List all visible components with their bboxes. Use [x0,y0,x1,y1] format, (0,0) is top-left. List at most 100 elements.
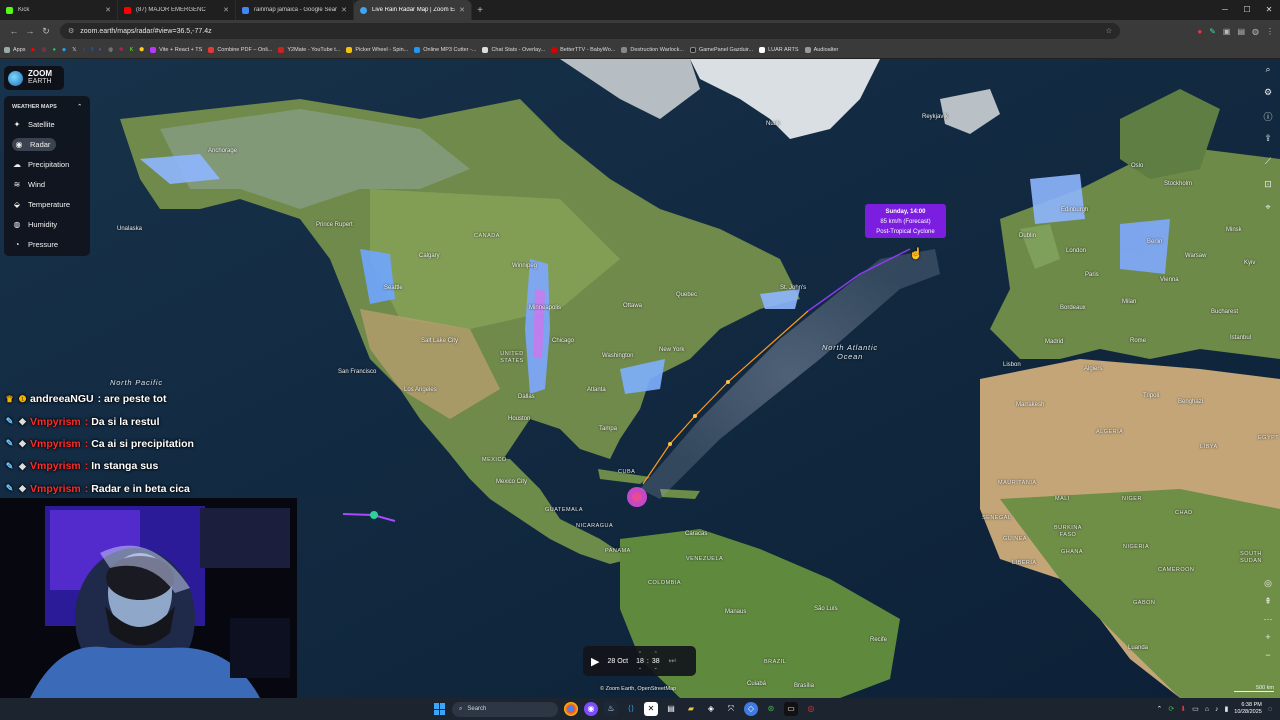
bookmark-icon[interactable]: ● [53,47,56,53]
map-attribution[interactable]: © Zoom Earth, OpenStreetMap [600,686,676,692]
bookmark-icon[interactable]: ♪ [83,47,86,53]
bookmark-star-icon[interactable]: ☆ [1106,27,1112,35]
menu-item-wind[interactable]: ≋ Wind [4,174,90,194]
battery-icon[interactable]: ▮ [1224,705,1228,713]
url-field[interactable]: ⚙ zoom.earth/maps/radar/#view=36.5,-77.4… [60,23,1120,39]
app-icon[interactable]: ◎ [804,702,818,716]
browser-tab[interactable]: rainmap jamaica - Google Sear ✕ [236,0,354,20]
zoom-earth-logo[interactable]: ZOOM EARTH [4,66,64,90]
menu-item-radar[interactable]: ◉ Radar [4,134,90,154]
bookmark-icon[interactable]: ◐ [99,47,102,53]
chevron-up-icon[interactable]: ⌃ [1156,705,1162,713]
share-icon[interactable]: ⇪ [1262,133,1274,156]
windows-start-icon[interactable] [434,703,446,715]
menu-item-satellite[interactable]: ✦ Satellite [4,114,90,134]
menu-header[interactable]: WEATHER MAPS ⌃ [4,100,90,114]
forward-icon[interactable]: → [22,26,38,36]
bookmark-icon[interactable]: ⬢ [139,47,144,53]
xbox-icon[interactable]: ⊛ [764,702,778,716]
menu-item-temperature[interactable]: ⬙ Temperature [4,194,90,214]
bookmark-item[interactable]: BetterTTV - BabyWo... [551,47,615,53]
bookmark-icon[interactable]: 𝕏 [72,47,76,53]
menu-item-precipitation[interactable]: ☁ Precipitation [4,154,90,174]
minute-stepper[interactable]: ⌃ 38 ⌄ [652,651,660,672]
chevron-down-icon[interactable]: ⌄ [638,665,642,672]
bookmark-item[interactable]: Apps [4,47,26,53]
extension-icon[interactable]: ▤ [1237,27,1245,36]
bookmark-item[interactable]: Chat Stats - Overlay... [482,47,545,53]
minimize-icon[interactable]: ─ [1214,0,1236,20]
site-info-icon[interactable]: ⚙ [68,27,74,35]
bookmark-icon[interactable]: ◆ [62,47,66,53]
app-icon[interactable]: ◈ [704,702,718,716]
close-window-icon[interactable]: ✕ [1258,0,1280,20]
menu-item-humidity[interactable]: ◍ Humidity [4,214,90,234]
vscode-icon[interactable]: ⟨⟩ [624,702,638,716]
settings-icon[interactable]: ⚙ [1262,87,1274,110]
bookmark-icon[interactable]: ▶ [32,47,36,53]
screenshot-icon[interactable]: ⊡ [1262,179,1274,202]
bookmark-item[interactable]: GamePanel Gazduir... [689,47,753,53]
extension-icon[interactable]: ▣ [1223,27,1231,36]
app-icon[interactable]: ◉ [584,702,598,716]
locate-icon[interactable]: ⌖ [1262,202,1274,225]
taskbar-clock[interactable]: 6:38 PM 10/28/2025 [1234,702,1262,716]
app-icon[interactable]: ◇ [744,702,758,716]
close-tab-icon[interactable]: ✕ [105,6,111,14]
notification-icon[interactable]: ◌ [1268,706,1272,713]
chrome-icon[interactable] [564,702,578,716]
reload-icon[interactable]: ↻ [38,26,54,37]
bookmark-item[interactable]: Picker Wheel - Spin... [346,47,408,53]
info-icon[interactable]: ⓘ [1262,110,1274,133]
hour-stepper[interactable]: ⌃ 18 ⌄ [636,651,644,672]
tray-app-icon[interactable]: ▭ [1192,705,1199,713]
app-icon[interactable]: ▭ [784,702,798,716]
bookmark-item[interactable]: Y2Mate - YouTube t... [278,47,340,53]
browser-tab[interactable]: (87) MAJOR EMERGENC ✕ [118,0,236,20]
steam-icon[interactable]: ♨ [604,702,618,716]
bookmark-item[interactable]: Combine PDF – Onli... [208,47,272,53]
back-icon[interactable]: ← [6,26,22,36]
tray-app-icon[interactable]: ⬇ [1180,705,1186,713]
app-icon[interactable]: ⤧ [724,702,738,716]
storm-tooltip[interactable]: Sunday, 14:00 85 km/h (Forecast) Post-Tr… [865,204,946,238]
zoom-out-icon[interactable]: − [1262,650,1274,668]
bookmark-item[interactable]: Online MP3 Cutter -... [414,47,476,53]
chevron-up-icon[interactable]: ⌃ [638,651,642,658]
bookmark-item[interactable]: Audioalter [804,47,838,53]
close-tab-icon[interactable]: ✕ [223,6,229,14]
bookmark-item[interactable]: Vite + React + TS [150,47,202,53]
browser-menu-icon[interactable]: ⋮ [1266,27,1274,36]
volume-icon[interactable]: ♪ [1215,706,1219,713]
new-tab-button[interactable]: + [472,5,488,16]
measure-icon[interactable]: ⟋ [1262,156,1274,179]
browser-tab[interactable]: Kick ✕ [0,0,118,20]
capcut-icon[interactable]: ✕ [644,702,658,716]
timeline-date[interactable]: 28 Oct [607,658,628,665]
bookmark-icon[interactable]: f [91,47,93,53]
bookmark-icon[interactable]: ◎ [42,47,47,53]
menu-item-pressure[interactable]: ◔ Pressure [4,234,90,254]
app-icon[interactable]: ▤ [664,702,678,716]
more-icon[interactable]: ⋯ [1262,614,1274,632]
browser-tab-active[interactable]: Live Rain Radar Map | Zoom Ea ✕ [354,0,472,20]
bookmark-item[interactable]: Destruction Warlock... [621,47,684,53]
play-button[interactable]: ▶ [591,655,599,668]
compass-icon[interactable]: ⇞ [1262,596,1274,614]
tray-app-icon[interactable]: ⟳ [1168,705,1174,713]
bookmark-icon[interactable]: ◍ [108,47,113,53]
bookmark-icon[interactable]: ✚ [119,47,124,53]
profile-avatar[interactable]: ◍ [1252,27,1259,36]
extension-icon[interactable]: ● [1197,27,1202,36]
chevron-up-icon[interactable]: ⌃ [654,651,658,658]
bookmark-icon[interactable]: K [130,47,134,53]
network-icon[interactable]: ⌂ [1205,706,1209,713]
close-tab-icon[interactable]: ✕ [341,6,347,14]
extension-icon[interactable]: ✎ [1209,27,1216,36]
zoom-in-icon[interactable]: + [1262,632,1274,650]
bookmark-item[interactable]: LUAR ARTS [759,47,799,53]
search-icon[interactable]: ⌕ [1262,64,1274,87]
chevron-up-icon[interactable]: ⌃ [77,104,82,110]
folder-icon[interactable]: ▰ [684,702,698,716]
layers-icon[interactable]: ◎ [1262,578,1274,596]
